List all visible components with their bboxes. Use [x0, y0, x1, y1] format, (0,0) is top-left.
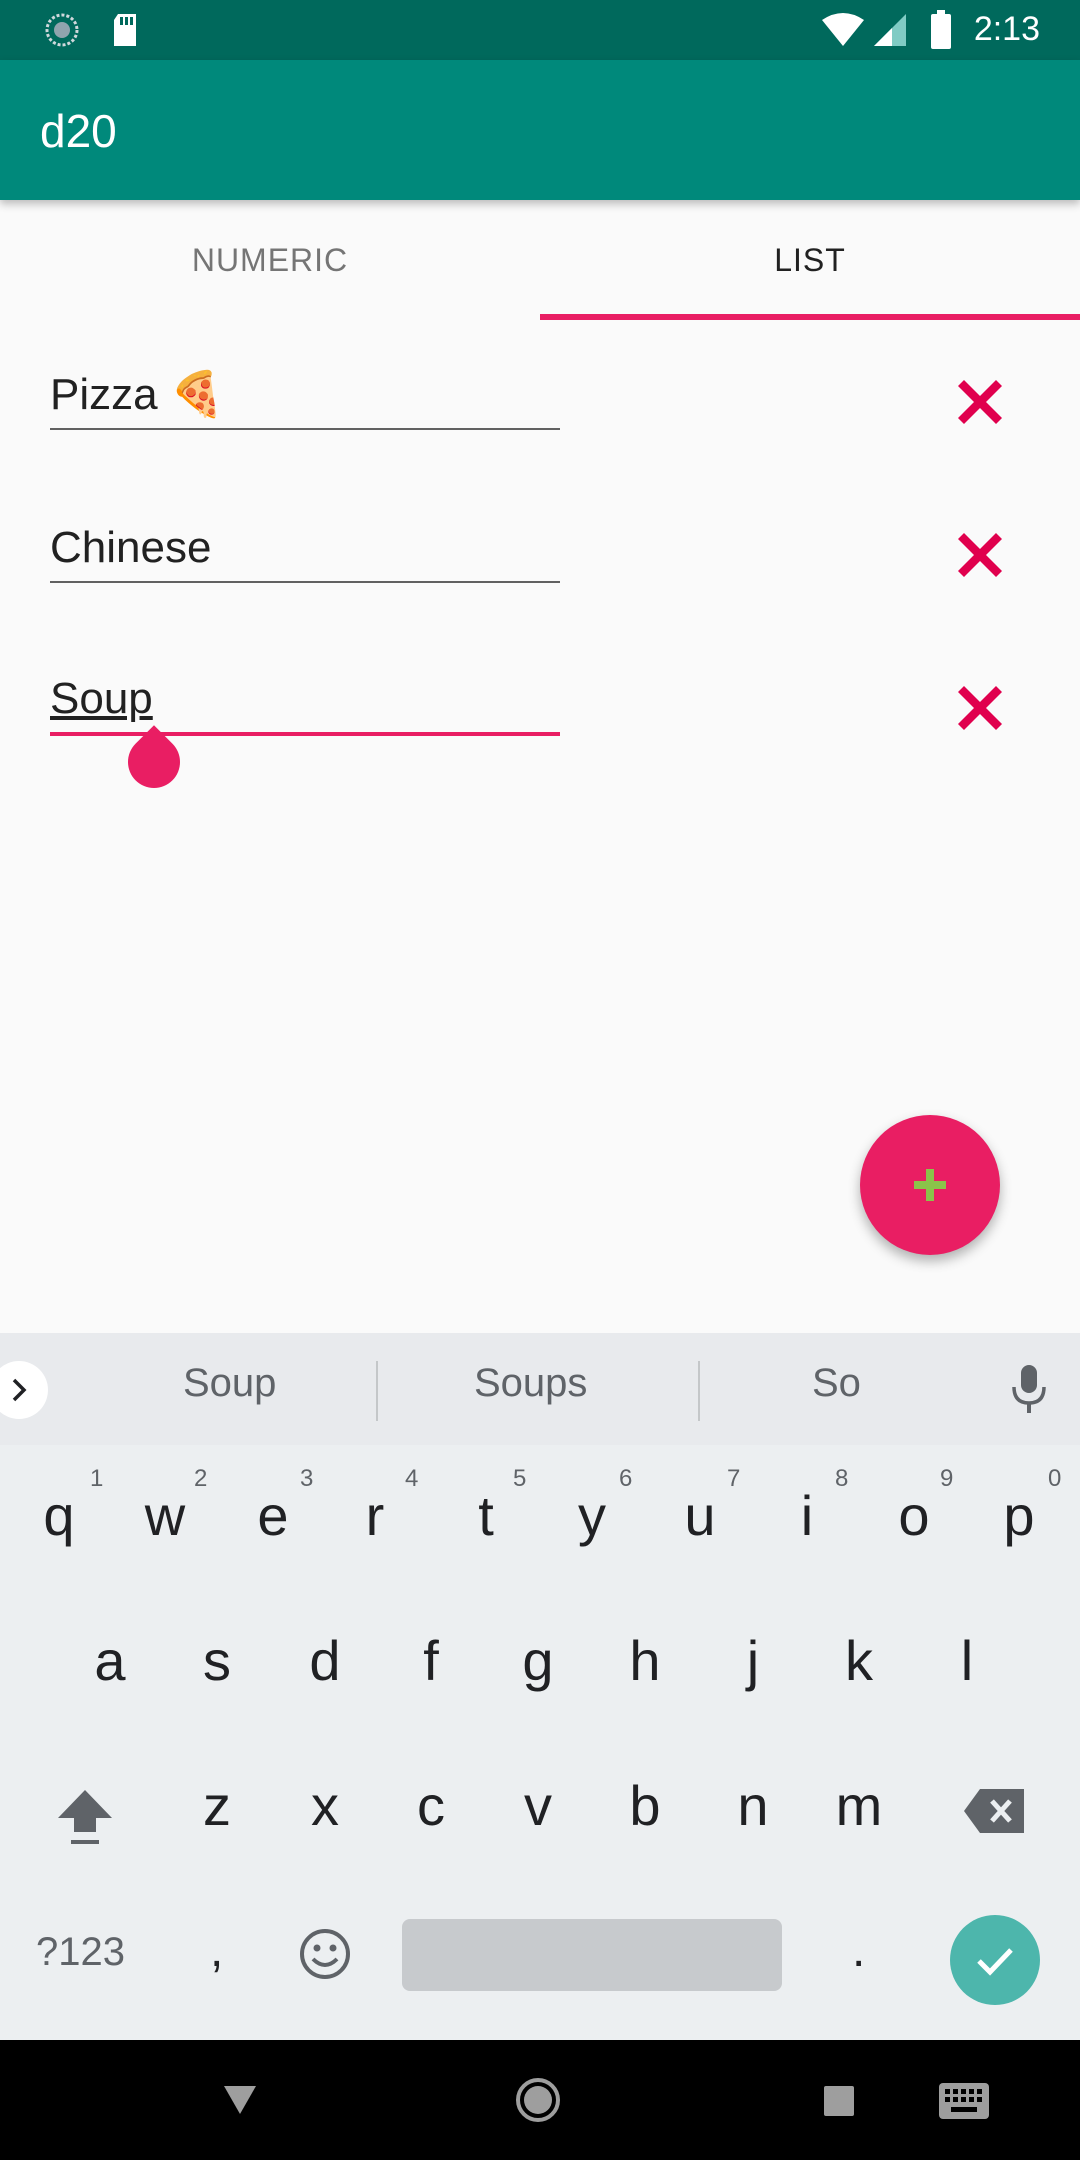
suggestion-strip: Soup Soups So — [0, 1333, 1080, 1445]
soft-keyboard: Soup Soups So q w e r t y u i o p 1 2 3 … — [0, 1333, 1080, 2040]
tab-list[interactable]: LIST — [540, 200, 1080, 320]
recents-icon[interactable] — [822, 2084, 856, 2118]
emoji-icon[interactable] — [298, 1927, 352, 1981]
key-d[interactable]: d — [280, 1628, 370, 1693]
app-title: d20 — [40, 105, 117, 157]
shift-icon[interactable] — [54, 1786, 116, 1848]
key-f[interactable]: f — [386, 1628, 476, 1693]
keyboard-switch-icon[interactable] — [938, 2082, 990, 2120]
delete-icon[interactable] — [950, 372, 1010, 432]
microphone-icon[interactable] — [1010, 1363, 1048, 1415]
list-item: Chinese — [0, 503, 1080, 643]
key-hint: 0 — [1048, 1465, 1062, 1492]
back-icon[interactable] — [222, 2082, 258, 2118]
key-hint: 3 — [300, 1465, 314, 1492]
chevron-right-icon — [12, 1378, 27, 1402]
key-period[interactable]: . — [852, 1923, 865, 1978]
key-k[interactable]: k — [814, 1628, 904, 1693]
tab-bar: NUMERIC LIST — [0, 200, 1080, 320]
key-hint: 1 — [90, 1465, 104, 1492]
home-icon[interactable] — [514, 2076, 562, 2124]
key-b[interactable]: b — [600, 1773, 690, 1838]
item-input-text: Soup — [50, 674, 153, 723]
status-bar: 2:13 — [0, 0, 1080, 60]
list-item: Soup — [0, 656, 1080, 799]
expand-suggestions-button[interactable] — [0, 1361, 48, 1419]
suggestion-divider — [376, 1361, 378, 1421]
sd-card-icon — [114, 14, 136, 46]
key-hint: 8 — [835, 1465, 849, 1492]
key-comma[interactable]: , — [210, 1923, 223, 1978]
key-hint: 4 — [405, 1465, 419, 1492]
backspace-icon[interactable] — [962, 1787, 1026, 1835]
item-input[interactable]: Soup — [50, 656, 560, 736]
tab-numeric[interactable]: NUMERIC — [0, 200, 540, 320]
key-h[interactable]: h — [600, 1628, 690, 1693]
key-v[interactable]: v — [493, 1773, 583, 1838]
item-input[interactable]: Chinese — [50, 503, 560, 583]
suggestion-divider — [698, 1361, 700, 1421]
key-a[interactable]: a — [65, 1628, 155, 1693]
suggestion-3[interactable]: So — [812, 1361, 861, 1406]
wifi-icon — [822, 13, 864, 46]
key-n[interactable]: n — [708, 1773, 798, 1838]
item-input-text: Chinese — [50, 523, 212, 572]
navigation-bar — [0, 2040, 1080, 2160]
key-z[interactable]: z — [172, 1773, 262, 1838]
delete-icon[interactable] — [950, 678, 1010, 738]
key-j[interactable]: j — [708, 1628, 798, 1693]
tab-list-label: LIST — [774, 241, 846, 278]
check-icon — [977, 1948, 1013, 1976]
key-m[interactable]: m — [814, 1773, 904, 1838]
plus-icon — [914, 1169, 946, 1201]
sync-icon — [45, 13, 79, 47]
key-s[interactable]: s — [172, 1628, 262, 1693]
space-key[interactable] — [402, 1919, 782, 1991]
battery-icon — [931, 10, 951, 49]
key-hint: 7 — [727, 1465, 741, 1492]
key-hint: 6 — [619, 1465, 633, 1492]
suggestion-2[interactable]: Soups — [474, 1361, 587, 1406]
delete-icon[interactable] — [950, 525, 1010, 585]
app-bar: d20 — [0, 60, 1080, 200]
symbols-key[interactable]: ?123 — [36, 1930, 125, 1975]
key-g[interactable]: g — [493, 1628, 583, 1693]
key-x[interactable]: x — [280, 1773, 370, 1838]
list-item: Pizza 🍕 — [0, 350, 1080, 490]
key-hint: 5 — [513, 1465, 527, 1492]
status-time: 2:13 — [973, 10, 1040, 48]
key-c[interactable]: c — [386, 1773, 476, 1838]
tab-indicator — [540, 314, 1080, 320]
text-cursor-handle[interactable] — [117, 725, 191, 799]
item-input[interactable]: Pizza 🍕 — [50, 350, 560, 430]
done-key[interactable] — [950, 1915, 1040, 2005]
add-item-button[interactable] — [860, 1115, 1000, 1255]
item-input-text: Pizza 🍕 — [50, 370, 225, 419]
key-hint: 2 — [194, 1465, 208, 1492]
suggestion-1[interactable]: Soup — [183, 1361, 276, 1406]
signal-icon — [874, 14, 906, 46]
key-l[interactable]: l — [922, 1628, 1012, 1693]
key-hint: 9 — [940, 1465, 954, 1492]
